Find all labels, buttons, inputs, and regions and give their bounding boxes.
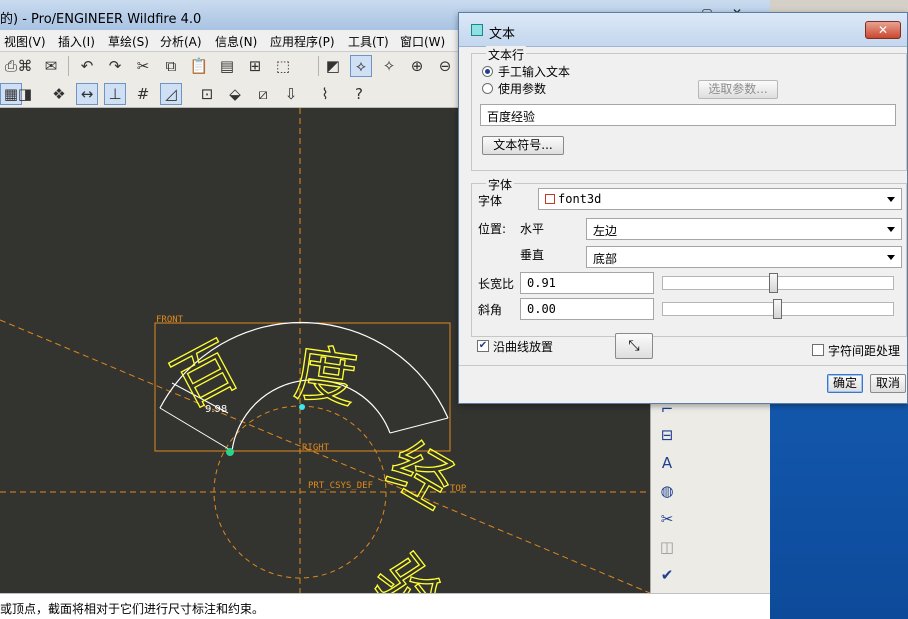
menu-window[interactable]: 窗口(W) [400, 33, 445, 50]
slant-slider-thumb[interactable] [773, 299, 782, 319]
chevron-down-icon [887, 227, 895, 232]
datum-display-icon[interactable]: ⟡ [350, 55, 372, 77]
copy-icon[interactable]: ⧉ [160, 55, 182, 77]
done-check-icon[interactable]: ✔ [655, 564, 679, 586]
menu-view[interactable]: 视图(V) [4, 33, 46, 50]
text-dialog: 文本 ✕ 文本行 手工输入文本 使用参数 选取参数... 百度经验 文本符号..… [458, 12, 908, 404]
char-spacing-checkbox[interactable] [812, 344, 824, 356]
position-label: 位置: [478, 222, 507, 236]
font-file-icon [545, 194, 555, 204]
menu-info[interactable]: 信息(N) [215, 33, 257, 50]
text-symbol-button[interactable]: 文本符号... [482, 136, 564, 155]
menu-tools[interactable]: 工具(T) [348, 33, 389, 50]
print-icon[interactable]: ⌘ [14, 55, 36, 77]
align-icon[interactable]: ⊡ [196, 83, 218, 105]
dialog-icon [471, 24, 483, 36]
select-box-icon[interactable]: ⬚ [272, 55, 294, 77]
radio-use-parameter[interactable] [482, 83, 493, 94]
intersect-icon[interactable]: ⬙ [224, 83, 246, 105]
spin-center-icon[interactable]: ✧ [378, 55, 400, 77]
aspect-ratio-label: 长宽比 [478, 277, 515, 291]
sketch-char-2: 度 [290, 336, 362, 417]
status-bar: 或顶点，截面将相对于它们进行尺寸标注和约束。 [0, 593, 770, 619]
cut-icon[interactable]: ✂ [132, 55, 154, 77]
zoom-in-icon[interactable]: ⊕ [406, 55, 428, 77]
menu-sketch[interactable]: 草绘(S) [108, 33, 149, 50]
dialog-title: 文本 [489, 27, 516, 42]
whats-this-icon[interactable]: ? [348, 83, 370, 105]
label-top: TOP [450, 484, 467, 494]
dialog-close-button[interactable]: ✕ [865, 21, 901, 39]
undo-icon[interactable]: ↶ [76, 55, 98, 77]
textline-group-label: 文本行 [486, 46, 527, 63]
char-spacing-label: 字符间距处理 [828, 344, 901, 358]
sketch-orient-icon[interactable]: ◩ [322, 55, 344, 77]
aspect-ratio-slider-thumb[interactable] [769, 273, 778, 293]
menu-applications[interactable]: 应用程序(P) [270, 33, 335, 50]
font-label: 字体 [478, 194, 503, 208]
ok-button[interactable]: 确定 [827, 374, 863, 393]
mirror-icon[interactable]: ⧄ [252, 83, 274, 105]
label-right: RIGHT [302, 443, 330, 453]
show-vertices-icon[interactable]: ◿ [160, 83, 182, 105]
layer-icon[interactable]: ◨ [14, 83, 36, 105]
horizontal-label: 水平 [520, 222, 545, 236]
font-group: 字体 字体 font3d 位置: 水平 左边 垂直 底部 长宽比 0.91 斜角… [471, 176, 907, 337]
show-dimensions-icon[interactable]: ↔ [76, 83, 98, 105]
status-message: 或顶点，截面将相对于它们进行尺寸标注和约束。 [0, 602, 265, 616]
paste-special-icon[interactable]: ▤ [216, 55, 238, 77]
label-csys: PRT_CSYS_DEF [308, 481, 373, 491]
vertical-label: 垂直 [520, 248, 545, 262]
along-curve-checkbox[interactable]: ✔ [477, 340, 489, 352]
aspect-ratio-input[interactable]: 0.91 [520, 272, 654, 294]
vertical-select[interactable]: 底部 [586, 246, 902, 268]
select-parameter-button[interactable]: 选取参数... [698, 80, 778, 99]
radio-manual-text-label: 手工输入文本 [498, 65, 571, 79]
aspect-ratio-slider[interactable] [662, 273, 894, 293]
along-curve-label: 沿曲线放置 [493, 340, 554, 354]
show-constraints-icon[interactable]: ⊥ [104, 83, 126, 105]
import-icon[interactable]: ⇩ [280, 83, 302, 105]
text-input[interactable]: 百度经验 [480, 104, 896, 126]
chevron-down-icon [887, 197, 895, 202]
flip-direction-button[interactable]: ⤡ [615, 333, 653, 359]
regenerate-icon[interactable]: ⊞ [244, 55, 266, 77]
analysis-icon[interactable]: ⌇ [314, 83, 336, 105]
vertex-marker [226, 448, 234, 456]
font-select-value: font3d [558, 192, 602, 206]
radio-use-parameter-label: 使用参数 [498, 82, 547, 96]
slant-label: 斜角 [478, 303, 503, 317]
label-front: FRONT [156, 315, 184, 325]
textline-group: 文本行 手工输入文本 使用参数 选取参数... 百度经验 文本符号... [471, 46, 907, 171]
slant-slider[interactable] [662, 299, 894, 319]
offset-icon[interactable]: ⊟ [655, 424, 679, 446]
mail-icon[interactable]: ✉ [40, 55, 62, 77]
dialog-divider [459, 365, 907, 366]
mirror-tool-icon[interactable]: ◫ [655, 536, 679, 558]
sketch-char-1: 百 [161, 328, 250, 422]
horizontal-select-value: 左边 [593, 224, 618, 238]
radio-manual-text[interactable] [482, 66, 493, 77]
sketch-char-3: 经 [376, 428, 466, 522]
font-select[interactable]: font3d [538, 188, 902, 210]
redo-icon[interactable]: ↷ [104, 55, 126, 77]
dialog-title-bar: 文本 ✕ [459, 13, 907, 47]
cancel-button[interactable]: 取消 [870, 374, 906, 393]
show-grid-icon[interactable]: # [132, 83, 154, 105]
trim-icon[interactable]: ✂ [655, 508, 679, 530]
vertical-select-value: 底部 [593, 252, 618, 266]
menu-analysis[interactable]: 分析(A) [160, 33, 202, 50]
slant-input[interactable]: 0.00 [520, 298, 654, 320]
text-tool-icon[interactable]: A [655, 452, 679, 474]
horizontal-select[interactable]: 左边 [586, 218, 902, 240]
chevron-down-icon [887, 255, 895, 260]
paste-icon[interactable]: 📋 [188, 55, 210, 77]
sketch-char-4: 验 [360, 542, 456, 593]
zoom-out-icon[interactable]: ⊖ [434, 55, 456, 77]
app-title: 的) - Pro/ENGINEER Wildfire 4.0 [0, 12, 202, 27]
model-tree-icon[interactable]: ❖ [48, 83, 70, 105]
palette-icon[interactable]: ◍ [655, 480, 679, 502]
font-group-label: 字体 [486, 176, 515, 193]
menu-insert[interactable]: 插入(I) [58, 33, 95, 50]
